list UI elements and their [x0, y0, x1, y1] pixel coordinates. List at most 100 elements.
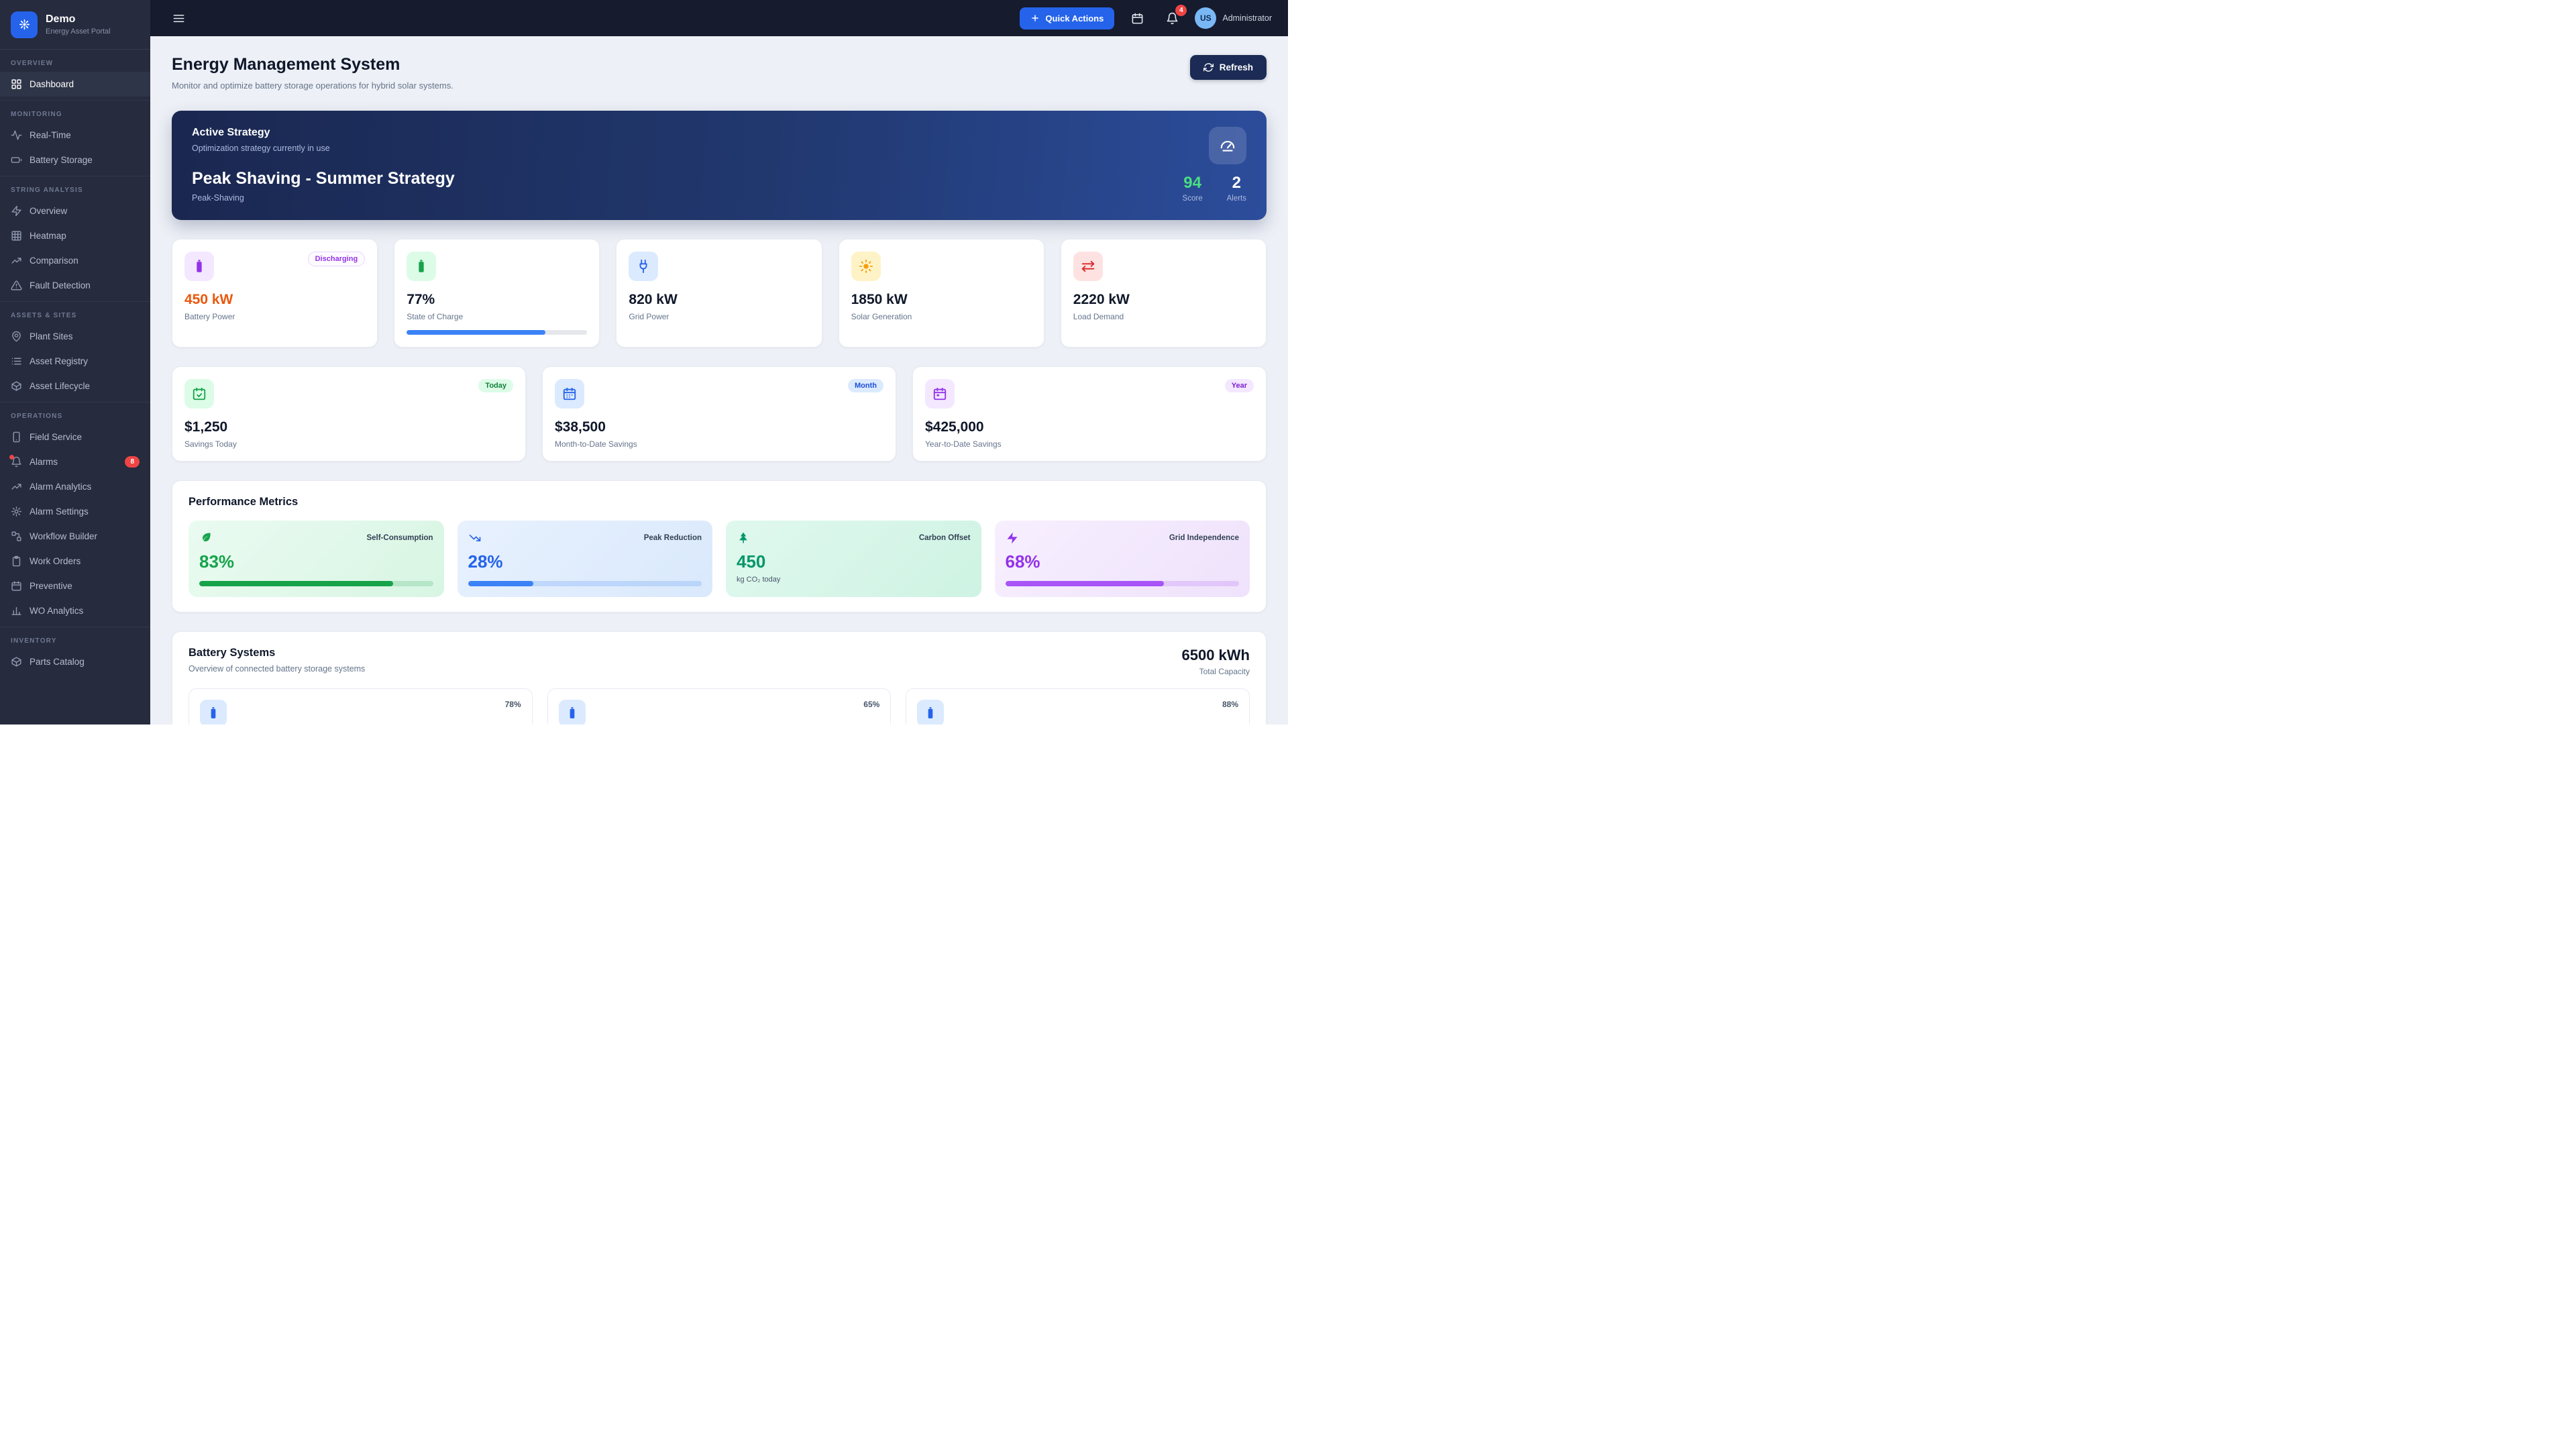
- alarms-count-badge: 8: [125, 456, 140, 468]
- sidebar-item-asset-registry[interactable]: Asset Registry: [0, 349, 150, 374]
- sidebar-item-label: Workflow Builder: [30, 531, 97, 541]
- sidebar-item-asset-lifecycle[interactable]: Asset Lifecycle: [0, 374, 150, 398]
- sidebar-item-plant-sites[interactable]: Plant Sites: [0, 324, 150, 349]
- sidebar-item-label: Work Orders: [30, 556, 80, 566]
- sidebar: Demo Energy Asset Portal OVERVIEW Dashbo…: [0, 0, 150, 724]
- stat-card-state-of-charge: 77% State of Charge: [394, 239, 600, 347]
- menu-button[interactable]: [166, 6, 191, 30]
- user-menu[interactable]: US Administrator: [1195, 7, 1272, 29]
- sidebar-section-overview: OVERVIEW: [0, 50, 150, 72]
- strategy-alerts-label: Alerts: [1227, 195, 1246, 203]
- stats-row: Discharging 450 kW Battery Power 77% Sta…: [172, 239, 1267, 347]
- stat-value: 2220 kW: [1073, 292, 1254, 308]
- calendar-check-icon: [184, 379, 214, 409]
- sidebar-item-alarm-settings[interactable]: Alarm Settings: [0, 499, 150, 524]
- calendar-button[interactable]: [1125, 6, 1149, 30]
- sidebar-item-label: Alarm Analytics: [30, 482, 91, 492]
- bar-chart-icon: [11, 605, 22, 616]
- sidebar-item-overview[interactable]: Overview: [0, 199, 150, 223]
- plus-icon: [1030, 13, 1040, 23]
- stat-value: 1850 kW: [851, 292, 1032, 308]
- stat-value: 450 kW: [184, 292, 365, 308]
- sidebar-nav: OVERVIEW Dashboard MONITORING Real-Time …: [0, 50, 150, 724]
- bell-icon: [11, 456, 22, 468]
- metric-value: 83%: [199, 551, 433, 572]
- savings-card-year: Year $425,000 Year-to-Date Savings: [912, 366, 1267, 462]
- stat-value: 77%: [407, 292, 587, 308]
- battery-systems-titles: Battery Systems Overview of connected ba…: [189, 647, 365, 674]
- list-icon: [11, 356, 22, 367]
- calendar-icon: [1131, 12, 1144, 25]
- app-root: Demo Energy Asset Portal OVERVIEW Dashbo…: [0, 0, 1288, 724]
- sidebar-item-preventive[interactable]: Preventive: [0, 574, 150, 598]
- main-area: Quick Actions 4 US Administrator: [150, 0, 1288, 724]
- battery-systems-title: Battery Systems: [189, 647, 365, 659]
- stat-card-grid-power: 820 kW Grid Power: [616, 239, 822, 347]
- clipboard-icon: [11, 555, 22, 567]
- refresh-button[interactable]: Refresh: [1190, 55, 1267, 80]
- metric-carbon-offset: Carbon Offset 450 kg CO₂ today: [726, 521, 981, 597]
- savings-label: Year-to-Date Savings: [925, 439, 1254, 449]
- brand-text: Demo Energy Asset Portal: [46, 13, 111, 36]
- sidebar-item-label: Battery Storage: [30, 155, 93, 165]
- trending-up-icon: [11, 255, 22, 266]
- calendar-icon: [555, 379, 584, 409]
- page-header-text: Energy Management System Monitor and opt…: [172, 55, 453, 91]
- stat-value: 820 kW: [629, 292, 809, 308]
- leaf-icon: [199, 531, 213, 545]
- metric-self-consumption: Self-Consumption 83%: [189, 521, 444, 597]
- performance-grid: Self-Consumption 83% Peak Reduction 28%: [189, 521, 1250, 597]
- strategy-kpis: 94 Score 2 Alerts: [1183, 174, 1246, 203]
- metric-progress-fill: [1006, 581, 1165, 586]
- zap-icon: [11, 205, 22, 217]
- savings-label: Month-to-Date Savings: [555, 439, 883, 449]
- battery-bank-card: 65% Battery Bank B - LG Chem ESS: [547, 688, 892, 724]
- sidebar-item-heatmap[interactable]: Heatmap: [0, 223, 150, 248]
- brand[interactable]: Demo Energy Asset Portal: [0, 0, 150, 50]
- trending-down-icon: [468, 531, 482, 545]
- sidebar-section-operations: OPERATIONS: [0, 402, 150, 425]
- period-badge: Today: [478, 379, 513, 392]
- total-capacity-label: Total Capacity: [1182, 667, 1250, 676]
- trending-up-icon: [11, 481, 22, 492]
- sidebar-item-workflow-builder[interactable]: Workflow Builder: [0, 524, 150, 549]
- strategy-card-title: Active Strategy: [192, 127, 455, 139]
- sidebar-section-inventory: INVENTORY: [0, 627, 150, 649]
- zap-icon: [1006, 531, 1019, 545]
- sidebar-item-label: Dashboard: [30, 79, 74, 89]
- map-pin-icon: [11, 331, 22, 342]
- sidebar-item-alarms[interactable]: Alarms 8: [0, 449, 150, 474]
- sidebar-item-wo-analytics[interactable]: WO Analytics: [0, 598, 150, 623]
- page-subtitle: Monitor and optimize battery storage ope…: [172, 80, 453, 91]
- sidebar-item-battery-storage[interactable]: Battery Storage: [0, 148, 150, 172]
- calendar-icon: [11, 580, 22, 592]
- sidebar-item-label: Alarm Settings: [30, 506, 89, 517]
- notifications-button[interactable]: 4: [1160, 6, 1184, 30]
- active-strategy-card: Active Strategy Optimization strategy cu…: [172, 111, 1267, 220]
- user-role: Administrator: [1222, 13, 1272, 23]
- calendar-range-icon: [925, 379, 955, 409]
- strategy-info: Active Strategy Optimization strategy cu…: [192, 127, 455, 203]
- tree-icon: [737, 531, 750, 545]
- metric-label: Grid Independence: [1169, 534, 1239, 542]
- refresh-icon: [1203, 62, 1214, 72]
- sidebar-item-comparison[interactable]: Comparison: [0, 248, 150, 273]
- battery-icon: [559, 700, 586, 724]
- stat-label: Solar Generation: [851, 312, 1032, 321]
- stat-card-load-demand: 2220 kW Load Demand: [1061, 239, 1267, 347]
- sidebar-item-field-service[interactable]: Field Service: [0, 425, 150, 449]
- sidebar-section-string-analysis: STRING ANALYSIS: [0, 176, 150, 199]
- sidebar-item-alarm-analytics[interactable]: Alarm Analytics: [0, 474, 150, 499]
- quick-actions-button[interactable]: Quick Actions: [1020, 7, 1114, 30]
- package-icon: [11, 380, 22, 392]
- battery-systems-card: Battery Systems Overview of connected ba…: [172, 631, 1267, 724]
- sidebar-item-dashboard[interactable]: Dashboard: [0, 72, 150, 97]
- sidebar-item-fault-detection[interactable]: Fault Detection: [0, 273, 150, 298]
- soc-progress-fill: [407, 330, 545, 335]
- sidebar-item-parts-catalog[interactable]: Parts Catalog: [0, 649, 150, 674]
- plug-icon: [629, 252, 658, 281]
- sidebar-item-real-time[interactable]: Real-Time: [0, 123, 150, 148]
- metric-peak-reduction: Peak Reduction 28%: [458, 521, 713, 597]
- sidebar-item-work-orders[interactable]: Work Orders: [0, 549, 150, 574]
- metric-progress-fill: [468, 581, 534, 586]
